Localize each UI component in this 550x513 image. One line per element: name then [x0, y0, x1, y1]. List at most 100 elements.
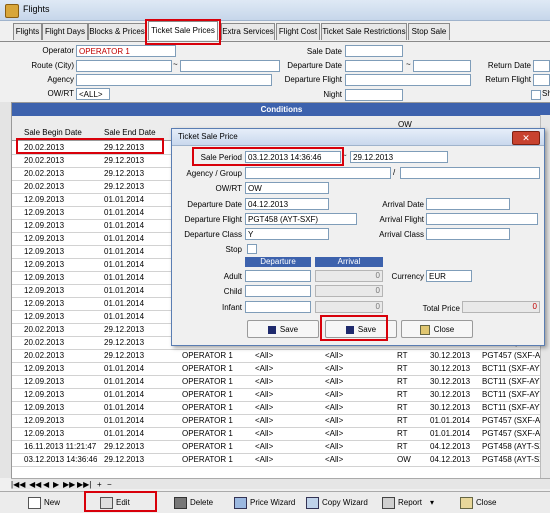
table-cell-d: 01.01.2014 [430, 429, 471, 438]
owrt-field-dialog[interactable]: OW [245, 182, 329, 194]
table-row[interactable]: 12.09.2013 01.01.2014 OPERATOR 1 <All> <All>… [12, 427, 550, 441]
table-cell-op: OPERATOR 1 [182, 390, 233, 399]
close-button[interactable]: Close [460, 495, 496, 510]
table-cell-begin: 12.09.2013 [24, 247, 65, 256]
highlight-row [16, 138, 164, 154]
highlight-tab [145, 19, 221, 45]
table-row[interactable]: 12.09.2013 01.01.2014 OPERATOR 1 <All> <All>… [12, 362, 550, 376]
table-row[interactable]: 03.12.2013 14:36:46 29.12.2013 OPERATOR 1 <… [12, 453, 550, 467]
table-cell-a: <All> [255, 429, 274, 438]
agency-label: Agency [47, 75, 74, 84]
departure-flight-field-dialog[interactable]: PGT458 (AYT-SXF) [245, 213, 357, 225]
table-cell-begin: 12.09.2013 [24, 195, 65, 204]
stop-checkbox[interactable] [247, 244, 257, 254]
total-price-label: Total Price [422, 304, 460, 313]
sh-checkbox[interactable] [531, 90, 541, 100]
sale-period-to[interactable]: 29.12.2013 [350, 151, 448, 163]
table-cell-begin: 12.09.2013 [24, 234, 65, 243]
table-cell-end: 01.01.2014 [104, 234, 145, 243]
departure-date-to[interactable] [413, 60, 471, 72]
table-row[interactable]: 20.02.2013 29.12.2013 OPERATOR 1 <All> <All>… [12, 349, 550, 363]
agency-field[interactable] [76, 74, 272, 86]
return-date-field[interactable] [533, 60, 550, 72]
table-cell-end: 29.12.2013 [104, 169, 145, 178]
arrival-infant-field[interactable]: 0 [315, 301, 383, 313]
owrt-select[interactable]: <ALL> [76, 88, 110, 100]
table-cell-begin: 12.09.2013 [24, 377, 65, 386]
nav-insert-button[interactable]: + [97, 480, 102, 489]
tab-ticket-sale-restrictions[interactable]: Ticket Sale Restrictions [321, 23, 407, 40]
departure-class-field-dialog[interactable]: Y [245, 228, 329, 240]
departure-child-field[interactable] [245, 285, 311, 297]
price-wizard-button[interactable]: Price Wizard [234, 495, 295, 510]
table-cell-f: BCT11 (SXF-AYT [482, 390, 545, 399]
table-row[interactable]: 12.09.2013 01.01.2014 OPERATOR 1 <All> <All>… [12, 401, 550, 415]
route-from-field[interactable] [76, 60, 172, 72]
table-row[interactable]: 12.09.2013 01.01.2014 OPERATOR 1 <All> <All>… [12, 414, 550, 428]
table-cell-t: RT [397, 377, 408, 386]
night-field[interactable] [345, 89, 403, 101]
agency-field-dialog[interactable] [245, 167, 391, 179]
dialog-close-button[interactable]: Close [401, 320, 473, 338]
dialog-close-icon[interactable]: ✕ [512, 131, 540, 145]
arrival-flight-field[interactable] [426, 213, 538, 225]
tab-stop-sale[interactable]: Stop Sale [408, 23, 450, 40]
currency-field[interactable]: EUR [426, 270, 472, 282]
tab-flight-cost[interactable]: Flight Cost [276, 23, 320, 40]
tab-blocks-prices[interactable]: Blocks & Prices [88, 23, 146, 40]
col-sale-begin[interactable]: Sale Begin Date [24, 128, 82, 137]
arrival-date-field[interactable] [426, 198, 510, 210]
table-row[interactable]: 12.09.2013 01.01.2014 OPERATOR 1 <All> <All>… [12, 375, 550, 389]
arrival-class-field[interactable] [426, 228, 510, 240]
departure-date-tilde: ~ [406, 60, 411, 69]
arrival-adult-field[interactable]: 0 [315, 270, 383, 282]
departure-infant-field[interactable] [245, 301, 311, 313]
return-flight-field[interactable] [533, 74, 550, 86]
table-cell-end: 01.01.2014 [104, 390, 145, 399]
table-row[interactable]: 16.11.2013 11:21:47 29.12.2013 OPERATOR 1 <… [12, 440, 550, 454]
delete-button[interactable]: Delete [174, 495, 213, 510]
table-cell-begin: 12.09.2013 [24, 364, 65, 373]
nav-delete-button[interactable]: − [107, 480, 112, 489]
table-cell-end: 01.01.2014 [104, 429, 145, 438]
nav-prev-page-button[interactable]: ◀◀ [29, 480, 41, 489]
departure-adult-field[interactable] [245, 270, 311, 282]
nav-next-page-button[interactable]: ▶▶ [63, 480, 75, 489]
nav-last-button[interactable]: ▶▶| [77, 480, 91, 489]
report-dropdown-icon[interactable]: ▾ [430, 498, 434, 507]
group-field-dialog[interactable] [400, 167, 540, 179]
col-sale-end[interactable]: Sale End Date [104, 128, 156, 137]
departure-date-field-dialog[interactable]: 04.12.2013 [245, 198, 329, 210]
table-cell-begin: 12.09.2013 [24, 273, 65, 282]
tab-flights[interactable]: Flights [13, 23, 42, 40]
table-cell-end: 01.01.2014 [104, 247, 145, 256]
nav-prev-button[interactable]: ◀ [43, 480, 49, 489]
copy-wizard-button[interactable]: Copy Wizard [306, 495, 368, 510]
tab-flight-days[interactable]: Flight Days [42, 23, 88, 40]
table-cell-begin: 20.02.2013 [24, 325, 65, 334]
operator-field[interactable]: OPERATOR 1 [76, 45, 176, 57]
table-cell-end: 01.01.2014 [104, 416, 145, 425]
dialog-save-button-1[interactable]: Save [247, 320, 319, 338]
window-title: Flights [23, 4, 50, 14]
nav-next-button[interactable]: ▶ [53, 480, 59, 489]
window-titlebar: Flights [0, 0, 550, 21]
table-cell-end: 01.01.2014 [104, 195, 145, 204]
agency-group-label: Agency / Group [186, 169, 242, 178]
sale-date-field[interactable] [345, 45, 403, 57]
arrival-child-field[interactable]: 0 [315, 285, 383, 297]
table-cell-begin: 12.09.2013 [24, 260, 65, 269]
report-button[interactable]: Report ▾ [382, 495, 434, 510]
table-cell-end: 01.01.2014 [104, 364, 145, 373]
table-cell-end: 01.01.2014 [104, 273, 145, 282]
route-to-field[interactable] [180, 60, 280, 72]
floppy-icon [267, 325, 276, 334]
departure-flight-field[interactable] [345, 74, 471, 86]
departure-date-from[interactable] [345, 60, 403, 72]
nav-first-button[interactable]: |◀◀ [11, 480, 25, 489]
table-cell-begin: 12.09.2013 [24, 416, 65, 425]
table-row[interactable]: 12.09.2013 01.01.2014 OPERATOR 1 <All> <All>… [12, 388, 550, 402]
table-cell-end: 29.12.2013 [104, 182, 145, 191]
new-button[interactable]: New [28, 495, 60, 510]
tab-extra-services[interactable]: Extra Services [221, 23, 275, 40]
